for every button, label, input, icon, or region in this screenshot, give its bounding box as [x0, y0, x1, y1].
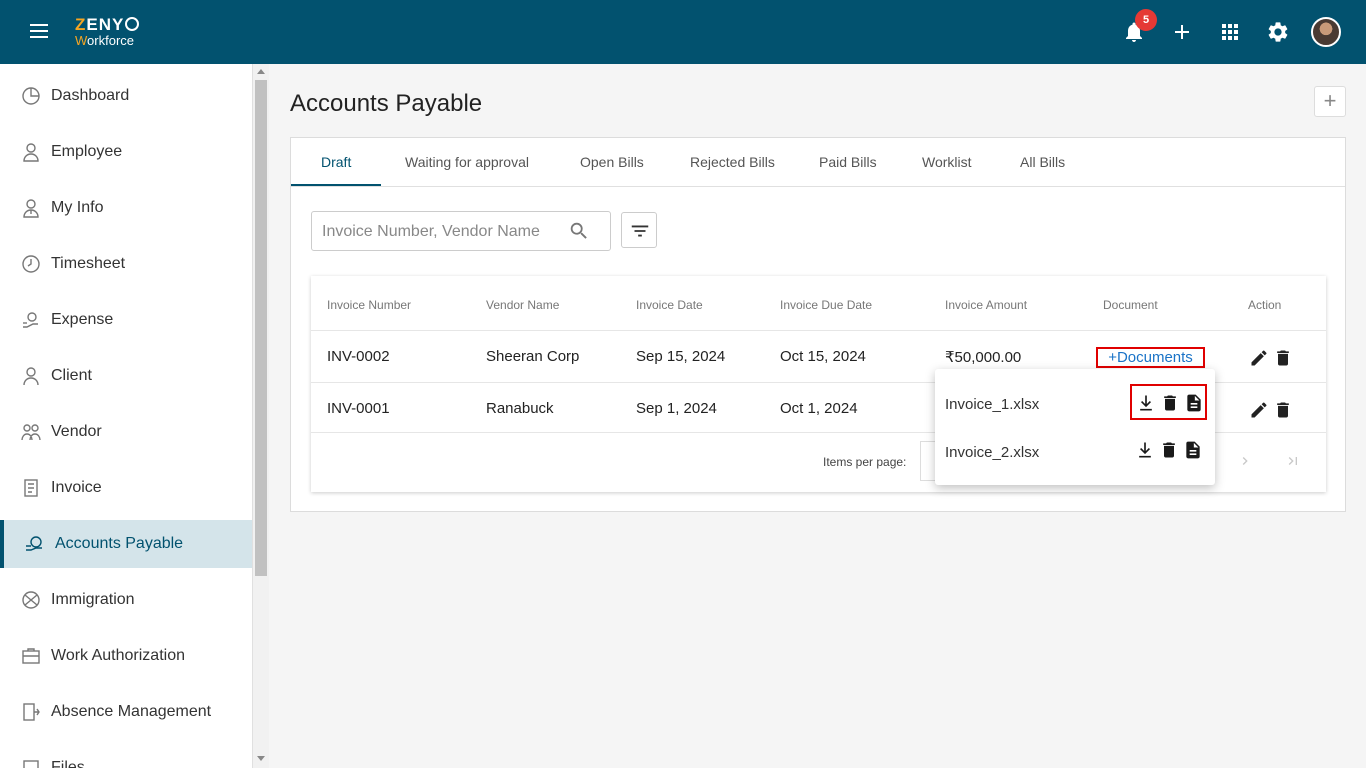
- expense-icon: [20, 309, 42, 331]
- invoice-amount: ₹50,000.00: [945, 349, 1022, 366]
- dashboard-icon: [20, 85, 42, 107]
- sidebar-nav: Dashboard Employee My Info Timesheet Exp…: [0, 64, 253, 768]
- add-bill-button[interactable]: +: [1314, 86, 1346, 117]
- column-header-invoice-date[interactable]: Invoice Date: [636, 298, 703, 312]
- filter-icon: [631, 225, 649, 237]
- user-avatar[interactable]: [1311, 17, 1341, 47]
- document-file-name: Invoice_1.xlsx: [945, 396, 1040, 413]
- client-icon: [20, 365, 42, 387]
- vendor-name: Ranabuck: [486, 400, 554, 417]
- vendor-name: Sheeran Corp: [486, 348, 580, 365]
- tab-worklist[interactable]: Worklist: [922, 154, 972, 170]
- document-item: Invoice_2.xlsx: [935, 417, 1215, 465]
- next-page-icon[interactable]: [1237, 453, 1253, 469]
- scroll-down-arrow-icon[interactable]: [257, 756, 265, 761]
- search-input[interactable]: [322, 220, 562, 244]
- sidebar-item-my-info[interactable]: My Info: [0, 184, 252, 232]
- active-tab-indicator: [291, 184, 381, 186]
- sidebar-item-absence-management[interactable]: Absence Management: [0, 688, 252, 736]
- clock-icon: [20, 253, 42, 275]
- scroll-up-arrow-icon[interactable]: [257, 69, 265, 74]
- sidebar-item-accounts-payable[interactable]: Accounts Payable: [0, 520, 252, 568]
- invoice-number: INV-0002: [327, 348, 390, 365]
- document-file-name: Invoice_2.xlsx: [945, 444, 1040, 461]
- documents-link[interactable]: +Documents: [1096, 347, 1205, 368]
- tab-waiting-for-approval[interactable]: Waiting for approval: [405, 154, 529, 170]
- invoice-date: Sep 15, 2024: [636, 348, 726, 365]
- document-actions: [1131, 433, 1208, 469]
- sidebar-item-client[interactable]: Client: [0, 352, 252, 400]
- sidebar-scrollbar[interactable]: [253, 64, 269, 768]
- my-info-icon: [20, 197, 42, 219]
- invoice-date: Sep 1, 2024: [636, 400, 717, 417]
- invoice-icon: [20, 477, 42, 499]
- view-document-icon[interactable]: [1183, 440, 1203, 460]
- apps-grid-icon[interactable]: [1218, 20, 1242, 44]
- delete-icon[interactable]: [1160, 393, 1180, 413]
- vendor-icon: [20, 421, 42, 443]
- add-icon[interactable]: [1170, 20, 1194, 44]
- scrollbar-thumb[interactable]: [255, 80, 267, 576]
- sidebar-item-files[interactable]: Files: [0, 744, 252, 768]
- items-per-page-label: Items per page:: [823, 455, 907, 469]
- sidebar-item-timesheet[interactable]: Timesheet: [0, 240, 252, 288]
- tab-draft[interactable]: Draft: [321, 154, 351, 170]
- document-actions-highlight: [1130, 384, 1207, 420]
- work-authorization-icon: [20, 645, 42, 667]
- edit-icon[interactable]: [1249, 400, 1269, 420]
- files-icon: [20, 757, 42, 768]
- documents-popup: Invoice_1.xlsx Invoice_2.xlsx: [935, 369, 1215, 485]
- column-header-document: Document: [1103, 298, 1158, 312]
- tab-paid-bills[interactable]: Paid Bills: [819, 154, 877, 170]
- search-icon[interactable]: [568, 220, 590, 242]
- delete-icon[interactable]: [1159, 440, 1179, 460]
- view-document-icon[interactable]: [1184, 393, 1204, 413]
- sidebar-item-dashboard[interactable]: Dashboard: [0, 72, 252, 120]
- delete-icon[interactable]: [1273, 400, 1293, 420]
- tab-all-bills[interactable]: All Bills: [1020, 154, 1065, 170]
- settings-gear-icon[interactable]: [1266, 20, 1290, 44]
- column-header-action: Action: [1248, 298, 1282, 312]
- invoice-number: INV-0001: [327, 400, 390, 417]
- accounts-payable-icon: [24, 533, 46, 555]
- document-item: Invoice_1.xlsx: [935, 369, 1215, 420]
- invoice-due-date: Oct 15, 2024: [780, 348, 866, 365]
- bill-status-tabs: Draft Waiting for approval Open Bills Re…: [291, 138, 1345, 187]
- menu-icon[interactable]: [28, 24, 52, 42]
- delete-icon[interactable]: [1273, 348, 1293, 368]
- sidebar-item-immigration[interactable]: Immigration: [0, 576, 252, 624]
- sidebar-item-invoice[interactable]: Invoice: [0, 464, 252, 512]
- invoice-due-date: Oct 1, 2024: [780, 400, 858, 417]
- last-page-icon[interactable]: [1285, 453, 1301, 469]
- column-header-invoice-due-date[interactable]: Invoice Due Date: [780, 298, 872, 312]
- zenyo-workforce-logo[interactable]: ZENY Workforce: [75, 16, 140, 47]
- globe-icon: [20, 589, 42, 611]
- tab-open-bills[interactable]: Open Bills: [580, 154, 644, 170]
- sidebar-item-expense[interactable]: Expense: [0, 296, 252, 344]
- absence-icon: [20, 701, 42, 723]
- employee-icon: [20, 141, 42, 163]
- column-header-invoice-amount[interactable]: Invoice Amount: [945, 298, 1027, 312]
- top-app-bar: ZENY Workforce 5: [0, 0, 1366, 64]
- sidebar-item-work-authorization[interactable]: Work Authorization: [0, 632, 252, 680]
- filter-button[interactable]: [621, 212, 657, 248]
- search-box: [311, 211, 611, 251]
- download-icon[interactable]: [1136, 393, 1156, 413]
- edit-icon[interactable]: [1249, 348, 1269, 368]
- column-header-invoice-number[interactable]: Invoice Number: [327, 298, 411, 312]
- sidebar-item-employee[interactable]: Employee: [0, 128, 252, 176]
- download-icon[interactable]: [1135, 440, 1155, 460]
- column-header-vendor-name[interactable]: Vendor Name: [486, 298, 559, 312]
- notification-count-badge: 5: [1135, 9, 1157, 31]
- page-title: Accounts Payable: [290, 90, 483, 117]
- sidebar-item-vendor[interactable]: Vendor: [0, 408, 252, 456]
- tab-rejected-bills[interactable]: Rejected Bills: [690, 154, 775, 170]
